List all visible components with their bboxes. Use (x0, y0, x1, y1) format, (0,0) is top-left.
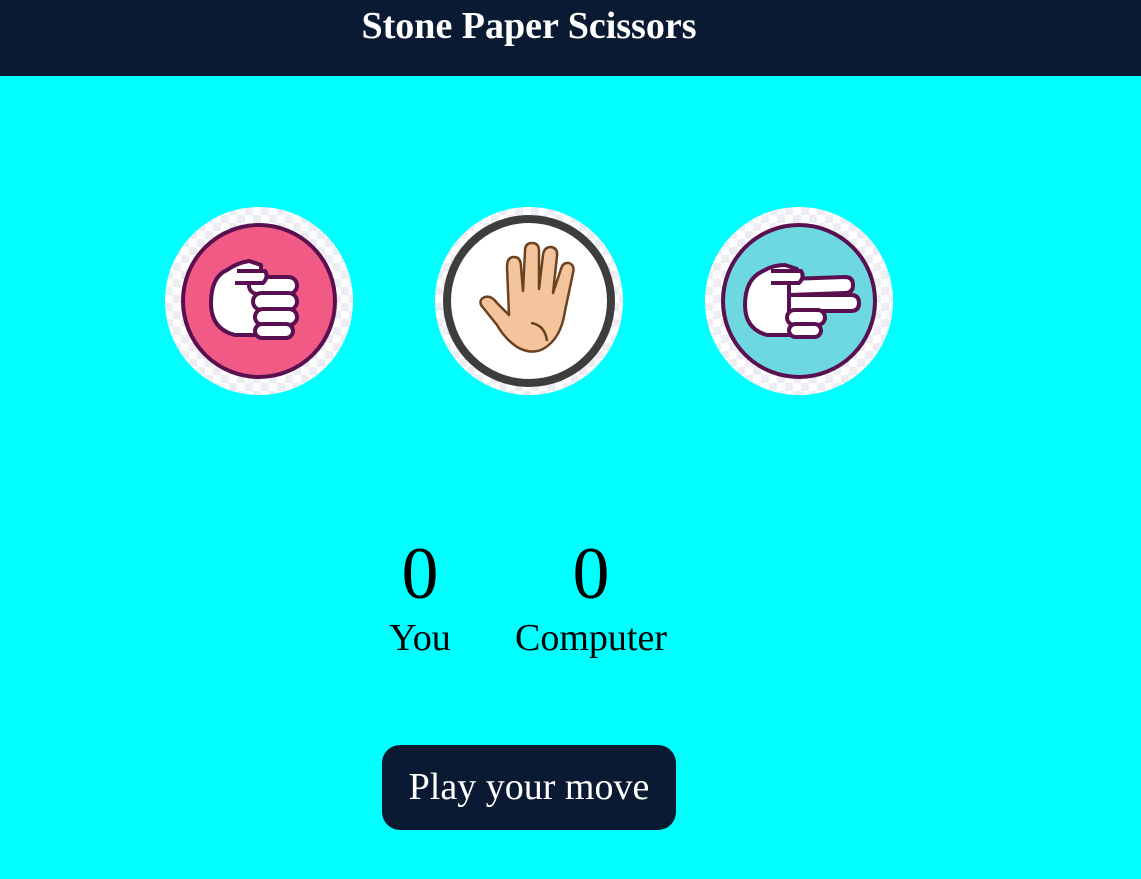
user-score-value: 0 (401, 533, 439, 615)
score-computer: 0 Computer (500, 532, 682, 660)
score-you: 0 You (370, 532, 470, 660)
play-move-button[interactable]: Play your move (382, 745, 676, 830)
choice-paper[interactable] (435, 207, 623, 395)
page-title: Stone Paper Scissors (361, 5, 697, 47)
computer-score-label: Computer (515, 617, 667, 659)
computer-score-value: 0 (572, 533, 610, 615)
choice-stone[interactable] (165, 207, 353, 395)
header-bar: Stone Paper Scissors (0, 0, 1141, 76)
choice-scissors[interactable] (705, 207, 893, 395)
two-fingers-icon (705, 207, 893, 395)
open-hand-icon (435, 207, 623, 395)
user-score-label: You (389, 617, 451, 659)
fist-icon (165, 207, 353, 395)
